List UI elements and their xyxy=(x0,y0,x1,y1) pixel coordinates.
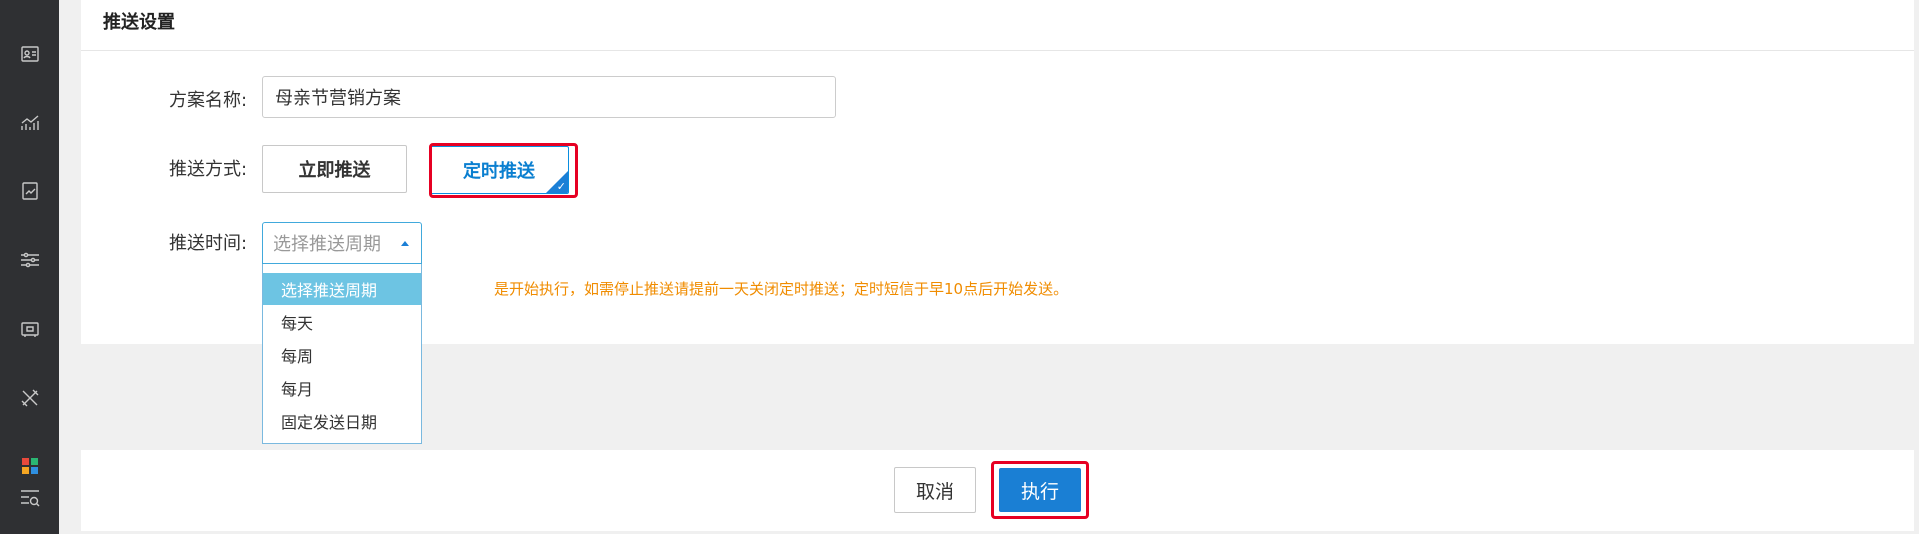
plan-name-input[interactable]: 母亲节营销方案 xyxy=(262,76,836,118)
sliders-icon[interactable] xyxy=(18,248,42,272)
push-immediate-option[interactable]: 立即推送 xyxy=(262,145,407,193)
contact-card-icon[interactable] xyxy=(18,42,42,66)
dropdown-option-daily[interactable]: 每天 xyxy=(263,306,421,338)
push-time-label: 推送时间: xyxy=(169,233,248,254)
action-bar: 取消 执行 xyxy=(81,450,1914,531)
dropdown-option-monthly[interactable]: 每月 xyxy=(263,372,421,404)
highlight-run xyxy=(991,461,1089,519)
schedule-hint: 是开始执行，如需停止推送请提前一天关闭定时推送；定时短信于早10点后开始发送。 xyxy=(494,280,1069,298)
divider xyxy=(81,50,1914,51)
push-period-select[interactable]: 选择推送周期 xyxy=(262,222,422,264)
plan-name-label: 方案名称: xyxy=(169,90,248,111)
register-icon[interactable] xyxy=(18,317,42,341)
report-icon[interactable] xyxy=(18,179,42,203)
panel-title: 推送设置 xyxy=(103,12,175,33)
cancel-button[interactable]: 取消 xyxy=(894,467,976,513)
dropdown-option-select-period[interactable]: 选择推送周期 xyxy=(263,273,421,305)
highlight-scheduled xyxy=(429,143,578,198)
tools-icon[interactable] xyxy=(18,386,42,410)
dropdown-option-fixed-date[interactable]: 固定发送日期 xyxy=(263,405,421,437)
push-period-dropdown: 选择推送周期 每天 每周 每月 固定发送日期 xyxy=(262,264,422,444)
dropdown-option-weekly[interactable]: 每周 xyxy=(263,339,421,371)
push-period-placeholder: 选择推送周期 xyxy=(273,234,381,255)
push-method-label: 推送方式: xyxy=(169,159,248,180)
caret-up-icon xyxy=(401,241,409,246)
trend-chart-icon[interactable] xyxy=(18,111,42,135)
search-list-icon[interactable] xyxy=(18,486,42,510)
apps-grid-icon[interactable] xyxy=(18,454,42,478)
left-sidebar xyxy=(0,0,59,534)
